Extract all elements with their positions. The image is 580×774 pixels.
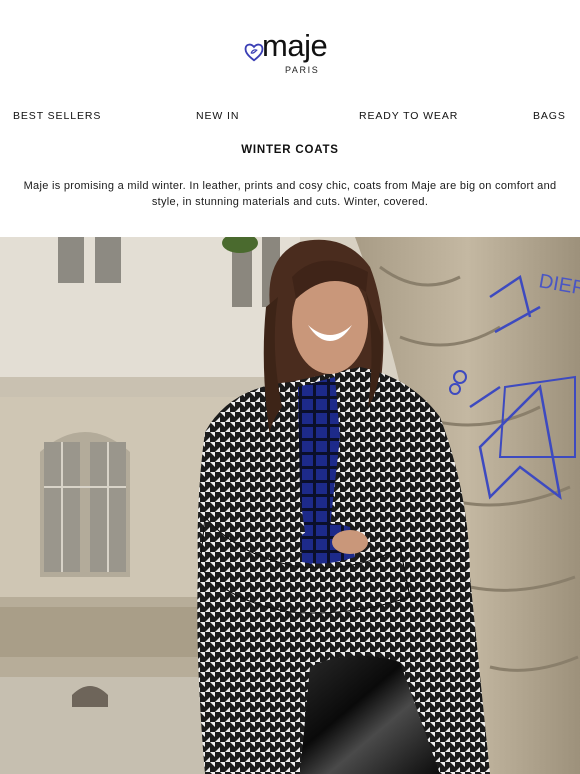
hero-image[interactable]: DIER	[0, 237, 580, 774]
email-header: maje PARIS	[0, 0, 580, 100]
brand-tagline: PARIS	[285, 65, 320, 75]
nav-bags[interactable]: BAGS	[533, 110, 566, 122]
nav-best-sellers[interactable]: BEST SELLERS	[13, 110, 101, 122]
brand-wordmark: maje	[262, 28, 328, 63]
section-title: WINTER COATS	[241, 144, 339, 156]
nav-ready-to-wear[interactable]: READY TO WEAR	[359, 110, 458, 122]
brand-logo[interactable]: maje PARIS	[240, 28, 350, 78]
nav-new-in[interactable]: NEW IN	[196, 110, 239, 122]
hero-photo-icon: DIER	[0, 237, 580, 774]
main-nav: BEST SELLERS NEW IN READY TO WEAR BAGS	[0, 110, 580, 124]
intro-paragraph: Maje is promising a mild winter. In leat…	[23, 180, 557, 208]
